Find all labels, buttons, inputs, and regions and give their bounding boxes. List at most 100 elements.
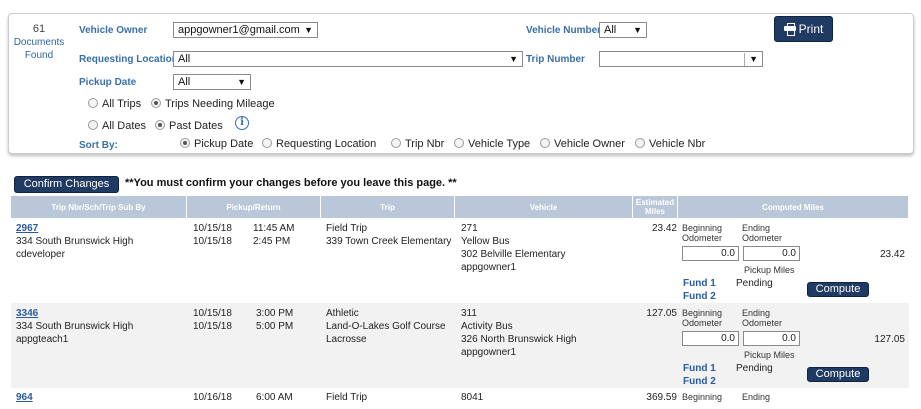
pickup-date: 10/15/18: [193, 308, 232, 319]
documents-found: 61 Documents Found: [9, 23, 69, 62]
radio-circle[interactable]: [88, 98, 98, 108]
radio-trips-needing-mileage-label: Trips Needing Mileage: [165, 98, 275, 110]
table-row: 2967 334 South Brunswick High cdeveloper…: [11, 218, 909, 303]
sort-trip-nbr[interactable]: Trip Nbr: [391, 138, 444, 150]
beginning-odometer-input[interactable]: 0.0: [682, 246, 739, 261]
vehicle-owner-select[interactable]: appgowner1@gmail.com ▼: [173, 22, 318, 38]
pickup-date-label: Pickup Date: [79, 77, 137, 88]
col-header-pickup-return[interactable]: Pickup/Return: [187, 196, 321, 218]
radio-circle[interactable]: [262, 138, 272, 148]
trip-nbr-link[interactable]: 964: [16, 391, 33, 404]
col-header-trip[interactable]: Trip: [321, 196, 455, 218]
sort-vehicle-nbr-label: Vehicle Nbr: [649, 138, 706, 150]
fund2-link[interactable]: Fund 2: [683, 376, 716, 387]
vehicle-nbr: 311: [461, 308, 477, 319]
ending-odometer-label: Odometer: [742, 233, 783, 243]
requesting-location-value: All: [178, 53, 191, 65]
trip-type: Field Trip: [326, 392, 368, 403]
fund1-link[interactable]: Fund 1: [683, 363, 716, 374]
trip-number-select[interactable]: ▼: [599, 51, 763, 67]
beginning-odometer-input[interactable]: 0.0: [682, 331, 739, 346]
sort-vehicle-type-label: Vehicle Type: [468, 138, 531, 150]
requesting-location-select[interactable]: All ▼: [173, 51, 523, 67]
documents-count: 61: [32, 23, 46, 35]
chevron-down-icon: ▼: [744, 53, 758, 66]
vehicle-nbr: 8041: [461, 392, 484, 403]
return-date: 10/15/18: [193, 321, 232, 332]
ending-odometer-input[interactable]: 0.0: [743, 246, 800, 261]
filter-panel: 61 Documents Found Vehicle Owner appgown…: [8, 13, 914, 154]
sort-requesting-location[interactable]: Requesting Location: [262, 138, 376, 150]
radio-circle[interactable]: [540, 138, 550, 148]
col-header-estimated-miles[interactable]: Estimated Miles: [633, 196, 678, 218]
trip-school: 334 South Brunswick High: [16, 236, 134, 247]
col-header-vehicle[interactable]: Vehicle: [455, 196, 633, 218]
trip-school: 334 South Brunswick High: [16, 321, 134, 332]
estimated-miles: 23.42: [651, 223, 677, 234]
pending-status: Pending: [736, 363, 773, 374]
vehicle-number-label: Vehicle Number: [526, 25, 602, 36]
computed-miles-value: 23.42: [879, 249, 905, 260]
print-button[interactable]: Print: [774, 16, 833, 42]
confirm-changes-button[interactable]: Confirm Changes: [14, 176, 119, 193]
sort-vehicle-nbr[interactable]: Vehicle Nbr: [635, 138, 705, 150]
compute-button[interactable]: Compute: [807, 367, 869, 382]
chevron-down-icon: ▼: [237, 77, 246, 87]
trip-number-label: Trip Number: [526, 54, 585, 65]
beginning-label: Beginning: [682, 392, 723, 402]
radio-circle[interactable]: [454, 138, 464, 148]
sort-trip-nbr-label: Trip Nbr: [405, 138, 445, 150]
radio-past-dates[interactable]: Past Dates: [155, 120, 223, 132]
vehicle-owner: appgowner1: [461, 347, 517, 358]
estimated-miles: 127.05: [646, 308, 677, 319]
trip-nbr-link[interactable]: 3346: [16, 307, 38, 320]
beginning-label: Beginning: [682, 223, 723, 233]
radio-circle-selected[interactable]: [151, 98, 161, 108]
sort-vehicle-owner[interactable]: Vehicle Owner: [540, 138, 625, 150]
radio-circle[interactable]: [635, 138, 645, 148]
radio-circle-selected[interactable]: [155, 120, 165, 130]
col-header-computed-miles[interactable]: Computed Miles: [678, 196, 909, 218]
ending-odometer-input[interactable]: 0.0: [743, 331, 800, 346]
trip-destination: 339 Town Creek Elementary: [326, 236, 452, 247]
sort-by-label: Sort By:: [79, 140, 118, 151]
fund2-link[interactable]: Fund 2: [683, 291, 716, 302]
vehicle-location: 326 North Brunswick High: [461, 334, 577, 345]
info-icon[interactable]: i: [235, 116, 249, 130]
pickup-miles-label: Pickup Miles: [744, 265, 795, 275]
pickup-date: 10/15/18: [193, 223, 232, 234]
vehicle-number-select[interactable]: All ▼: [599, 22, 647, 38]
ending-label: Ending: [742, 392, 771, 402]
beginning-label: Beginning: [682, 308, 723, 318]
ending-odometer-label: Odometer: [742, 318, 783, 328]
beginning-odometer-label: Odometer: [682, 318, 723, 328]
pickup-date-select[interactable]: All ▼: [173, 74, 251, 90]
radio-all-dates[interactable]: All Dates: [88, 120, 146, 132]
trip-nbr-link[interactable]: 2967: [16, 222, 38, 235]
printer-icon: [783, 23, 796, 36]
confirm-warning-message: **You must confirm your changes before y…: [125, 177, 457, 189]
radio-circle[interactable]: [88, 120, 98, 130]
return-time: 5:00 PM: [256, 321, 294, 332]
radio-circle[interactable]: [391, 138, 401, 148]
fund1-link[interactable]: Fund 1: [683, 278, 716, 289]
radio-all-trips[interactable]: All Trips: [88, 98, 141, 110]
sort-vehicle-type[interactable]: Vehicle Type: [454, 138, 530, 150]
col-header-trip-nbr[interactable]: Trip Nbr/Sch/Trip Sub By: [11, 196, 187, 218]
return-time: 2:45 PM: [253, 236, 291, 247]
vehicle-owner: appgowner1: [461, 262, 517, 273]
sort-pickup-date-label: Pickup Date: [194, 138, 254, 150]
chevron-down-icon: ▼: [304, 25, 313, 35]
radio-circle-selected[interactable]: [180, 138, 190, 148]
compute-button[interactable]: Compute: [807, 282, 869, 297]
vehicle-owner-value: appgowner1@gmail.com: [178, 24, 300, 36]
radio-trips-needing-mileage[interactable]: Trips Needing Mileage: [151, 98, 275, 110]
documents-label-1: Documents: [13, 37, 65, 48]
pickup-miles-label: Pickup Miles: [744, 350, 795, 360]
print-label: Print: [798, 22, 824, 36]
trip-type: Field Trip: [326, 223, 368, 234]
radio-all-dates-label: All Dates: [102, 120, 147, 132]
trip-type: Athletic: [326, 308, 359, 319]
pickup-time: 11:45 AM: [253, 223, 295, 234]
sort-pickup-date[interactable]: Pickup Date: [180, 138, 253, 150]
